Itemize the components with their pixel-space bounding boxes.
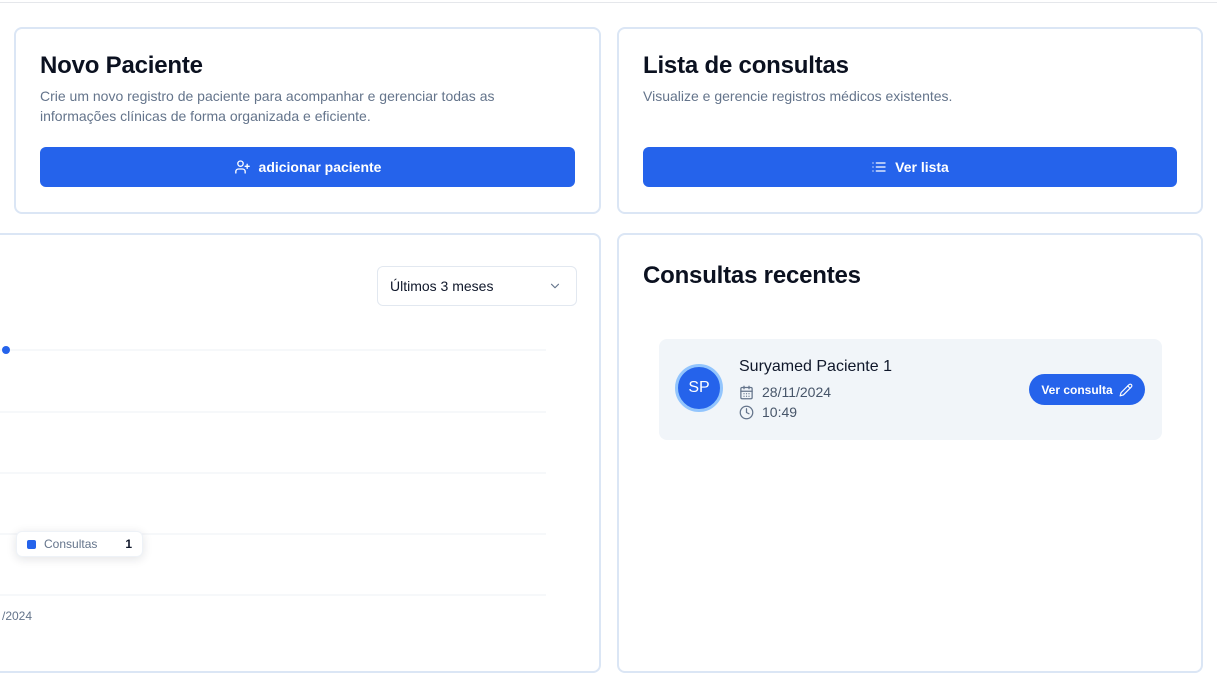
view-list-button[interactable]: Ver lista — [643, 147, 1177, 187]
user-plus-icon — [234, 160, 250, 174]
add-patient-button[interactable]: adicionar paciente — [40, 147, 575, 187]
avatar: SP — [675, 364, 723, 412]
consult-list-description: Visualize e gerencie registros médicos e… — [643, 88, 953, 104]
consults-chart-card: Últimos 3 meses /2024 Consultas 1 — [0, 233, 601, 673]
tooltip-value: 1 — [125, 537, 132, 551]
legend-swatch — [27, 539, 36, 549]
list-icon — [872, 162, 886, 172]
consult-date-row: 28/11/2024 — [739, 384, 831, 400]
view-consult-button-label: Ver consulta — [1041, 382, 1113, 397]
new-patient-description: Crie um novo registro de paciente para a… — [40, 88, 495, 124]
chart-tooltip: Consultas 1 — [16, 531, 143, 557]
tooltip-series: Consultas — [44, 537, 98, 551]
patient-name: Suryamed Paciente 1 — [739, 358, 892, 375]
data-point[interactable] — [2, 346, 10, 354]
recent-consults-title: Consultas recentes — [643, 262, 861, 289]
x-tick-label: /2024 — [2, 609, 32, 623]
clock-icon — [739, 405, 754, 419]
consult-date: 28/11/2024 — [762, 384, 832, 400]
consults-line-chart: /2024 — [0, 346, 546, 623]
chart-grid — [0, 349, 546, 596]
consult-list-title: Lista de consultas — [643, 52, 849, 79]
add-patient-button-label: adicionar paciente — [258, 159, 382, 175]
new-patient-card: Novo Paciente Crie um novo registro de p… — [14, 27, 601, 214]
calendar-icon — [740, 385, 753, 399]
list-item: SP Suryamed Paciente 1 28/11/2024 10:49 … — [659, 339, 1162, 440]
top-divider — [0, 2, 1217, 3]
view-consult-button[interactable]: Ver consulta — [1029, 374, 1145, 405]
recent-consults-card: Consultas recentes SP Suryamed Paciente … — [617, 233, 1203, 673]
consult-list-card: Lista de consultas Visualize e gerencie … — [617, 27, 1203, 214]
pencil-icon — [1119, 383, 1133, 396]
consult-time: 10:49 — [762, 404, 798, 420]
consult-time-row: 10:49 — [739, 404, 797, 420]
view-list-button-label: Ver lista — [895, 159, 949, 175]
new-patient-title: Novo Paciente — [40, 52, 203, 79]
